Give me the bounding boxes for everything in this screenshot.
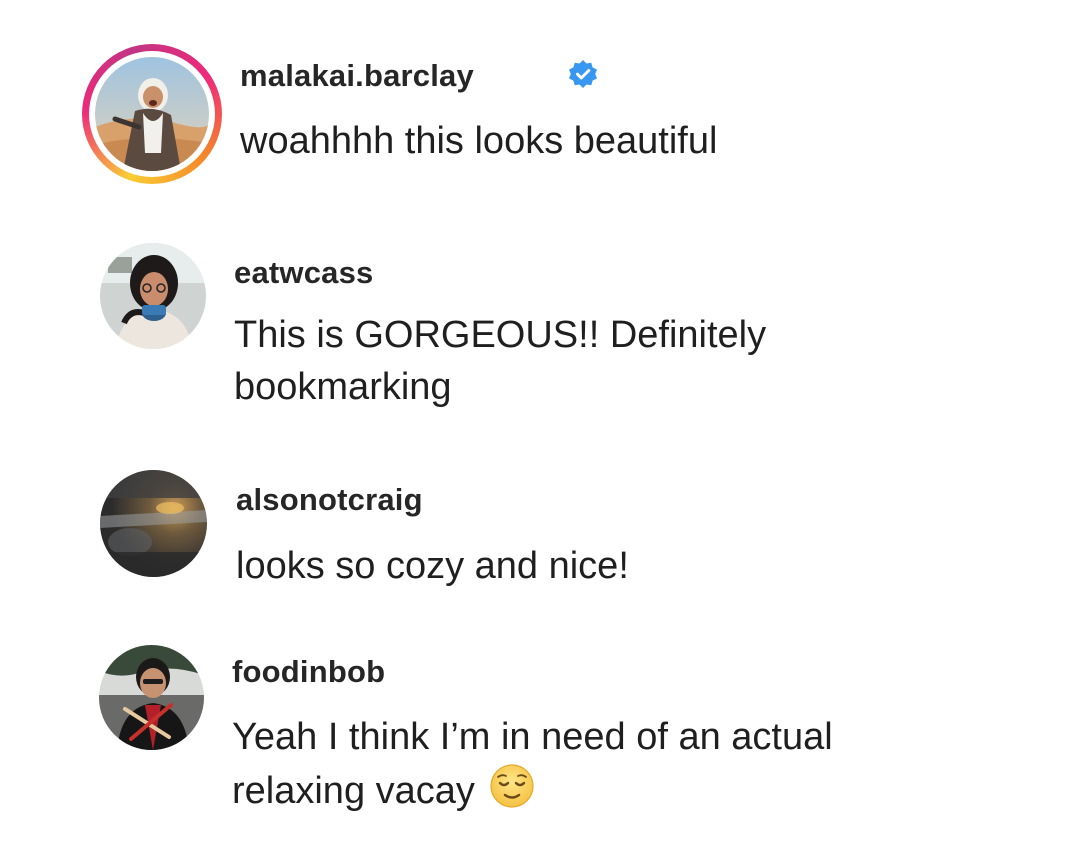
comment-text: Yeah I think I’m in need of an actual (232, 716, 833, 758)
profile-photo-man-chopsticks-icon (99, 645, 204, 750)
username[interactable]: foodinbob (232, 654, 385, 690)
comment-item: foodinbob Yeah I think I’m in need of an… (0, 0, 1079, 861)
comment-text: relaxing vacay (232, 770, 475, 812)
comment-text-last-line: relaxing vacay (232, 763, 535, 817)
avatar[interactable] (99, 645, 204, 750)
relieved-face-emoji-icon (490, 764, 534, 808)
